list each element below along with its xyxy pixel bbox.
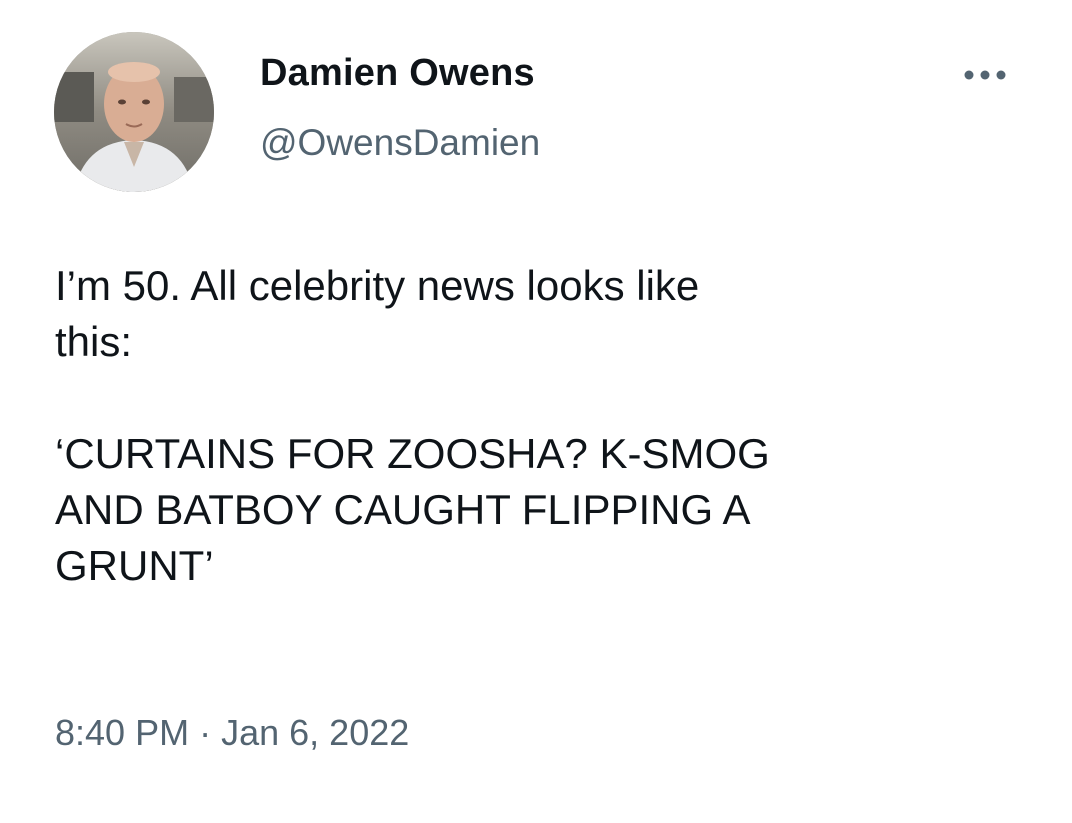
author-display-name[interactable]: Damien Owens [260, 52, 535, 95]
ellipsis-icon[interactable] [955, 60, 1015, 90]
tweet-line: ‘CURTAINS FOR ZOOSHA? K-SMOG [55, 430, 770, 477]
tweet-card: Damien Owens @OwensDamien I’m 50. All ce… [0, 0, 1072, 823]
avatar[interactable] [54, 32, 214, 192]
tweet-date[interactable]: Jan 6, 2022 [221, 712, 409, 753]
tweet-timestamp[interactable]: 8:40 PM · Jan 6, 2022 [55, 712, 409, 754]
tweet-line: AND BATBOY CAUGHT FLIPPING A [55, 486, 751, 533]
timestamp-separator: · [199, 712, 212, 753]
tweet-time[interactable]: 8:40 PM [55, 712, 189, 753]
tweet-body: I’m 50. All celebrity news looks like th… [55, 258, 1015, 594]
avatar-photo [54, 32, 214, 192]
tweet-line: GRUNT’ [55, 542, 214, 589]
author-handle[interactable]: @OwensDamien [260, 122, 540, 164]
tweet-line: this: [55, 318, 133, 365]
tweet-line: I’m 50. All celebrity news looks like [55, 262, 700, 309]
